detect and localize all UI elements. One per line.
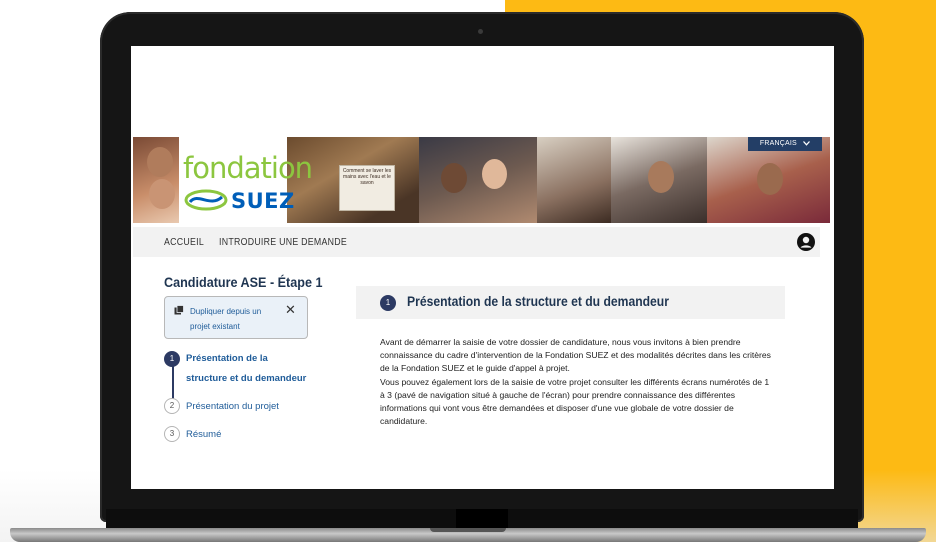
language-label: FRANÇAIS: [759, 140, 797, 147]
user-account-icon[interactable]: [797, 233, 815, 251]
duplicate-project-panel: Dupliquer depuis un projet existant ✕: [164, 296, 308, 339]
step-label-line2: structure et du demandeur: [186, 373, 307, 384]
step-label-line1: Présentation de la: [186, 353, 268, 364]
logo-fondation: fondation: [183, 151, 313, 185]
copy-icon[interactable]: [174, 305, 184, 315]
banner-face: [149, 179, 175, 209]
nav-home-link[interactable]: ACCUEIL: [164, 237, 204, 248]
step-number: 1: [164, 351, 180, 367]
poster-text: Comment se laver les mains avec l'eau et…: [342, 168, 392, 186]
intro-text: Avant de démarrer la saisie de votre dos…: [380, 336, 775, 428]
language-select[interactable]: FRANÇAIS: [748, 137, 822, 151]
webcam-icon: [478, 29, 483, 34]
laptop-screen: Comment se laver les mains avec l'eau et…: [131, 46, 834, 489]
duplicate-project-link[interactable]: Dupliquer depuis un projet existant: [190, 304, 276, 334]
step-number: 3: [164, 426, 180, 442]
nav-introduce-link[interactable]: INTRODUIRE UNE DEMANDE: [219, 237, 347, 248]
step-number: 2: [164, 398, 180, 414]
section-title: Présentation de la structure et du deman…: [407, 294, 669, 309]
intro-paragraph: Vous pouvez également lors de la saisie …: [380, 376, 770, 427]
logo-suez: SUEZ: [231, 189, 295, 213]
intro-paragraph: Avant de démarrer la saisie de votre dos…: [380, 337, 771, 374]
banner-face: [441, 163, 467, 193]
step-label: Résumé: [186, 429, 222, 440]
banner-photo: [419, 137, 537, 223]
laptop-opening-notch: [430, 528, 506, 532]
section-number: 1: [380, 295, 396, 311]
banner-face: [648, 161, 674, 193]
banner-face: [147, 147, 173, 177]
section-header: 1 Présentation de la structure et du dem…: [356, 286, 785, 319]
step-label: Présentation du projet: [186, 401, 279, 412]
header-banner: Comment se laver les mains avec l'eau et…: [133, 137, 830, 223]
close-icon[interactable]: ✕: [285, 303, 296, 317]
banner-face: [757, 163, 783, 195]
page-title: Candidature ASE - Étape 1: [164, 274, 323, 290]
main-navigation: ACCUEIL INTRODUIRE UNE DEMANDE: [133, 227, 820, 257]
laptop-hinge: [456, 509, 508, 529]
banner-face: [482, 159, 507, 189]
handwashing-poster: Comment se laver les mains avec l'eau et…: [339, 165, 395, 211]
suez-swirl-icon: [184, 189, 228, 211]
chevron-down-icon: [803, 140, 811, 146]
banner-photo: [537, 137, 611, 223]
